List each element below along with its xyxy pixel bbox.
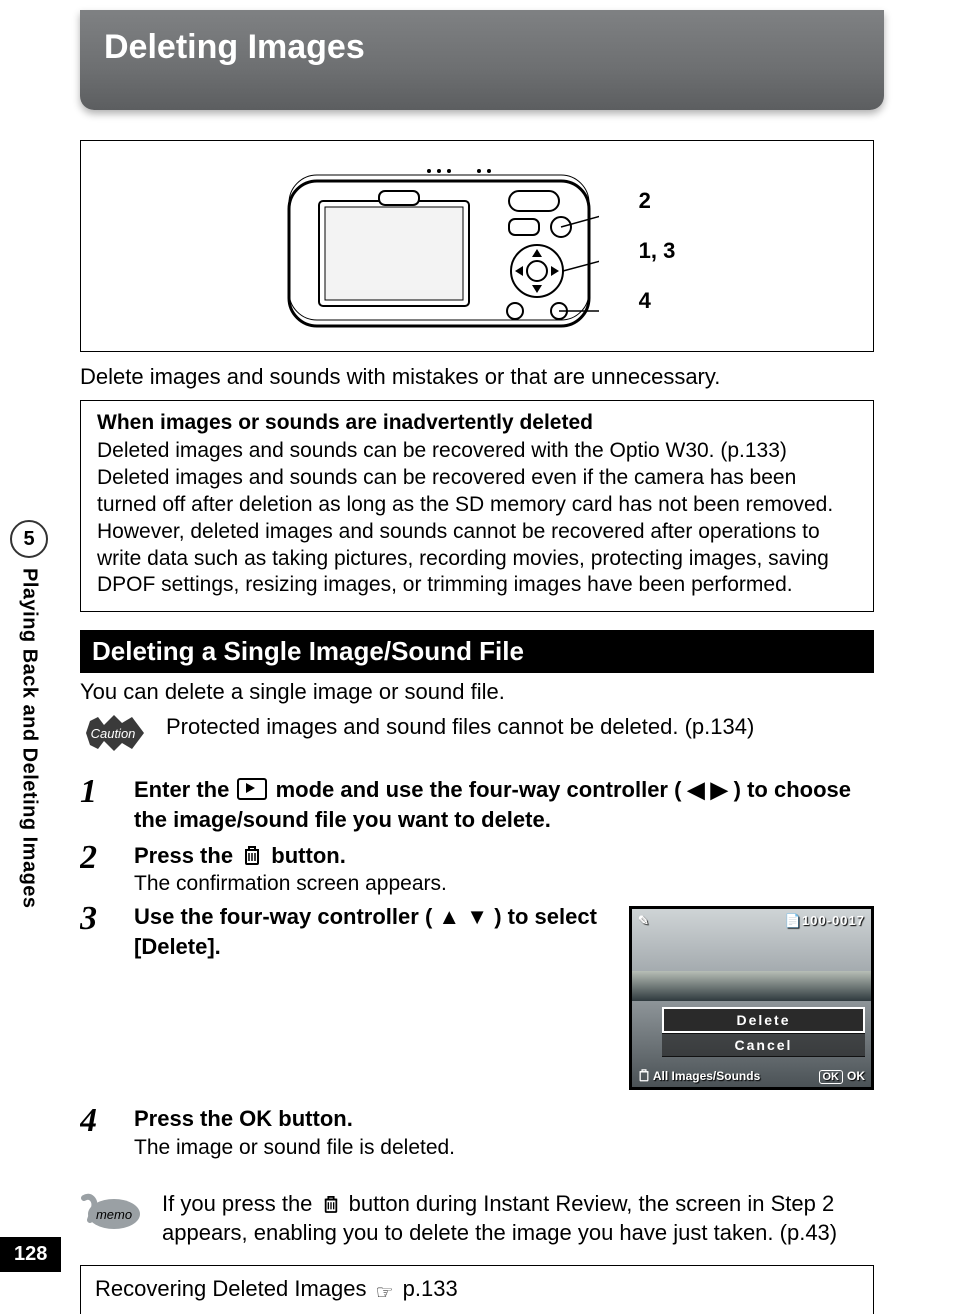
recovery-note-body: Deleted images and sounds can be recover… bbox=[97, 438, 857, 599]
step-1-title: Enter the mode and use the four-way cont… bbox=[134, 775, 874, 834]
page-content: 2 1, 3 4 Delete images and sounds with m… bbox=[80, 140, 874, 1234]
page-title: Deleting Images bbox=[104, 28, 860, 67]
step-1-text-a: Enter the bbox=[134, 777, 235, 802]
lcd-option-delete: Delete bbox=[662, 1007, 865, 1033]
step-2-text-b: button. bbox=[271, 843, 346, 868]
steps-list: 1 Enter the mode and use the four-way co… bbox=[80, 775, 874, 1160]
step-number: 4 bbox=[80, 1104, 112, 1138]
up-down-arrows-icon: ▲ ▼ bbox=[438, 904, 488, 929]
step-4-text-a: Press the bbox=[134, 1106, 239, 1131]
lcd-scene bbox=[632, 971, 871, 1001]
manual-page: 5 Playing Back and Deleting Images Delet… bbox=[0, 0, 954, 1314]
device-diagram-row: 2 1, 3 4 bbox=[91, 161, 863, 341]
step-2-sub: The confirmation screen appears. bbox=[134, 872, 874, 896]
xref-page: p.133 bbox=[403, 1276, 458, 1301]
page-number: 128 bbox=[0, 1237, 61, 1272]
recovery-note-heading: When images or sounds are inadvertently … bbox=[97, 411, 857, 435]
xref-box: Recovering Deleted Images ☞ p.133 bbox=[80, 1265, 874, 1314]
trash-icon bbox=[323, 1194, 339, 1214]
ok-button-label: OK bbox=[239, 1106, 272, 1131]
page-title-banner: Deleting Images bbox=[80, 10, 884, 110]
chapter-title: Playing Back and Deleting Images bbox=[18, 568, 41, 909]
trash-icon bbox=[638, 1068, 650, 1082]
caution-row: Caution Protected images and sound files… bbox=[80, 713, 874, 753]
diagram-callout-labels: 2 1, 3 4 bbox=[639, 188, 676, 314]
caution-icon: Caution bbox=[80, 713, 146, 753]
step-3: 3 ✎ 📄100-0017 Delete bbox=[80, 902, 874, 1098]
left-right-arrows-icon: ◀ ▶ bbox=[688, 777, 728, 802]
memo-row: memo If you press the button during Inst… bbox=[80, 1190, 874, 1247]
lcd-option-cancel: Cancel bbox=[662, 1033, 865, 1057]
xref-text: Recovering Deleted Images bbox=[95, 1276, 373, 1301]
lcd-bottom-ok: OKOK bbox=[819, 1069, 866, 1083]
lcd-confirmation-screenshot: ✎ 📄100-0017 Delete Cancel bbox=[629, 906, 874, 1090]
step-4-sub: The image or sound file is deleted. bbox=[134, 1136, 874, 1160]
lcd-delete-menu: Delete Cancel bbox=[662, 1007, 865, 1057]
step-number: 3 bbox=[80, 902, 112, 936]
callout-4: 4 bbox=[639, 288, 676, 314]
memo-text-a: If you press the bbox=[162, 1191, 319, 1216]
caution-text: Protected images and sound files cannot … bbox=[166, 713, 754, 742]
step-2-text-a: Press the bbox=[134, 843, 239, 868]
svg-text:Caution: Caution bbox=[91, 726, 136, 741]
device-diagram-box: 2 1, 3 4 bbox=[80, 140, 874, 352]
step-1: 1 Enter the mode and use the four-way co… bbox=[80, 775, 874, 834]
camera-back-illustration bbox=[279, 161, 599, 341]
trash-icon bbox=[243, 844, 261, 866]
section-intro: You can delete a single image or sound f… bbox=[80, 679, 874, 705]
recovery-note-box: When images or sounds are inadvertently … bbox=[80, 400, 874, 612]
hand-pointer-icon: ☞ bbox=[376, 1280, 394, 1305]
callout-1-3: 1, 3 bbox=[639, 238, 676, 264]
memo-text: If you press the button during Instant R… bbox=[162, 1190, 874, 1247]
step-1-text-b: mode and use the four-way controller ( bbox=[276, 777, 682, 802]
intro-text: Delete images and sounds with mistakes o… bbox=[80, 364, 874, 390]
chapter-sidebar: 5 Playing Back and Deleting Images bbox=[0, 520, 58, 909]
step-2: 2 Press the button. bbox=[80, 841, 874, 897]
callout-2: 2 bbox=[639, 188, 676, 214]
step-4-title: Press the OK button. bbox=[134, 1104, 874, 1134]
chapter-number-badge: 5 bbox=[10, 520, 48, 558]
step-2-title: Press the button. bbox=[134, 841, 874, 871]
step-4: 4 Press the OK button. The image or soun… bbox=[80, 1104, 874, 1160]
step-number: 2 bbox=[80, 841, 112, 875]
file-number: 📄100-0017 bbox=[785, 913, 865, 929]
lcd-bottom-left: All Images/Sounds bbox=[638, 1068, 760, 1083]
edit-icon: ✎ bbox=[638, 913, 649, 929]
playback-mode-icon bbox=[237, 778, 267, 800]
svg-text:memo: memo bbox=[96, 1207, 132, 1222]
step-3-text-a: Use the four-way controller ( bbox=[134, 904, 432, 929]
section-heading: Deleting a Single Image/Sound File bbox=[80, 630, 874, 673]
step-number: 1 bbox=[80, 775, 112, 809]
memo-icon: memo bbox=[80, 1190, 142, 1234]
step-4-text-b: button. bbox=[278, 1106, 353, 1131]
